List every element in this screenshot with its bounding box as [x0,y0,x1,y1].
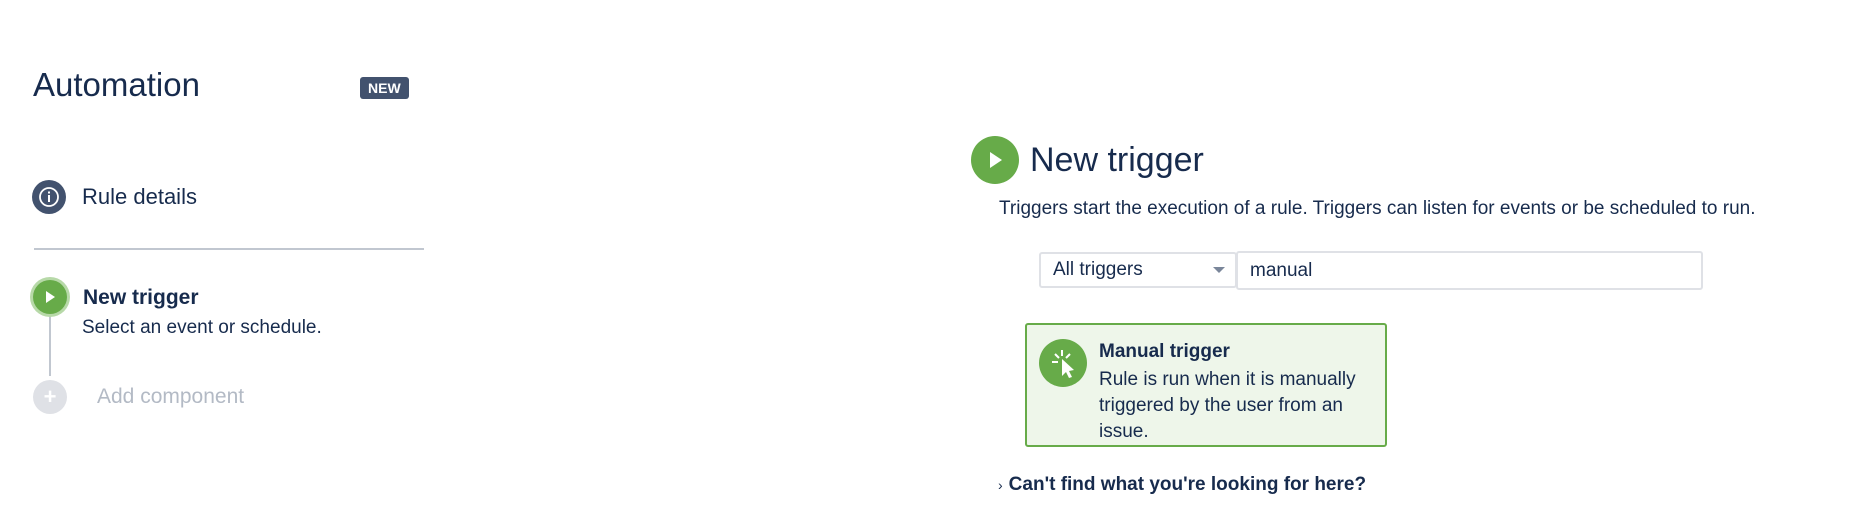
step-connector [49,310,51,376]
page-title: New trigger [1030,140,1204,179]
main-panel: New trigger Triggers start the execution… [960,0,1860,508]
trigger-type-select[interactable]: All triggers [1039,252,1237,288]
sidebar: Automation NEW Rule details New trigger … [0,0,440,508]
chevron-right-icon: › [998,477,1003,493]
cursor-click-icon [1039,339,1087,387]
page-description: Triggers start the execution of a rule. … [999,198,1756,219]
info-icon [32,180,66,214]
trigger-step-title: New trigger [83,286,199,309]
add-component-step[interactable]: + Add component [33,380,244,414]
chevron-down-icon [1213,267,1225,273]
card-description: Rule is run when it is manually triggere… [1099,369,1356,442]
filter-row: All triggers [1039,251,1703,290]
new-badge: NEW [360,77,409,99]
play-icon [33,280,67,314]
play-icon [971,136,1019,184]
trigger-search-input[interactable] [1236,251,1703,290]
trigger-header: New trigger [971,136,1204,184]
rule-details-step[interactable]: Rule details [32,180,197,214]
divider [34,248,424,250]
help-label: Can't find what you're looking for here? [1008,474,1367,495]
add-component-label: Add component [97,385,245,408]
card-title: Manual trigger [1099,341,1230,362]
plus-icon: + [33,380,67,414]
trigger-step-subtitle: Select an event or schedule. [82,317,322,338]
manual-trigger-card[interactable]: Manual trigger Rule is run when it is ma… [1025,323,1387,447]
help-toggle[interactable]: › Can't find what you're looking for her… [998,474,1366,496]
rule-details-label: Rule details [82,184,197,209]
app-title: Automation [33,66,200,103]
trigger-type-value: All triggers [1053,259,1143,280]
